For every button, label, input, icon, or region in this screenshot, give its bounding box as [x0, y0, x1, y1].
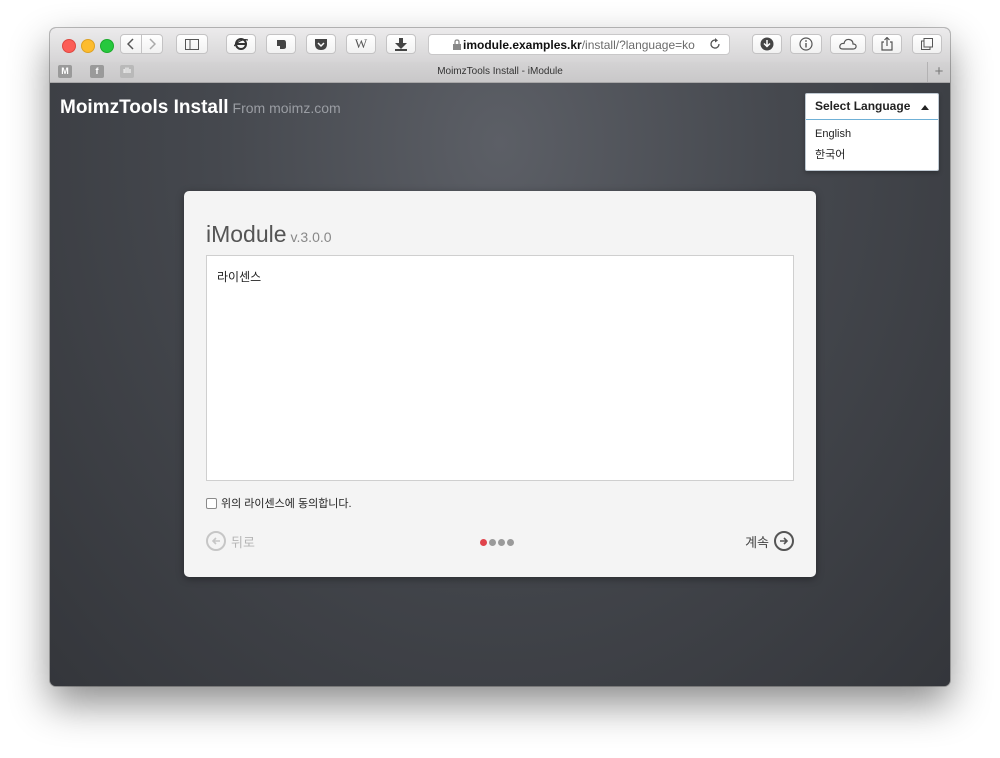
new-tab-button[interactable]: +	[927, 62, 950, 82]
language-dropdown[interactable]: Select Language English 한국어	[805, 93, 939, 171]
chevron-right-icon	[149, 38, 156, 50]
elephant-icon	[277, 40, 286, 49]
agree-label: 위의 라이센스에 동의합니다.	[221, 498, 352, 510]
caret-up-icon	[921, 105, 929, 110]
download-extension-button[interactable]	[386, 34, 416, 54]
language-option-korean[interactable]: 한국어	[806, 145, 938, 166]
download-arrow-icon	[395, 37, 407, 51]
back-nav-button[interactable]	[120, 34, 142, 54]
sidebar-button[interactable]	[176, 34, 208, 54]
step-dot-3	[498, 539, 505, 546]
language-options: English 한국어	[806, 120, 938, 170]
product-version: v.3.0.0	[290, 229, 332, 245]
wikipedia-extension-button[interactable]: W	[346, 34, 376, 54]
tabs-overview-button[interactable]	[912, 34, 942, 54]
pocket-extension-button[interactable]	[306, 34, 336, 54]
active-tab-title[interactable]: MoimzTools Install - iModule	[50, 66, 950, 77]
browser-toolbar: W imodule.examples.kr/install/?language=…	[50, 28, 950, 63]
info-button[interactable]	[790, 34, 822, 54]
brand-header: MoimzTools Install From moimz.com	[60, 97, 341, 119]
language-option-english[interactable]: English	[806, 124, 938, 145]
product-name: iModule	[206, 221, 287, 247]
agree-license[interactable]: 위의 라이센스에 동의합니다.	[206, 495, 352, 511]
page-content: MoimzTools Install From moimz.com Select …	[50, 83, 950, 686]
close-window-button[interactable]	[62, 39, 76, 53]
address-host: imodule.examples.kr	[463, 37, 582, 52]
downloads-button[interactable]	[752, 34, 782, 54]
step-dot-1	[480, 539, 487, 546]
reload-icon[interactable]	[709, 38, 721, 50]
zoom-window-button[interactable]	[100, 39, 114, 53]
language-dropdown-label: Select Language	[815, 99, 911, 113]
internet-explorer-icon	[234, 38, 248, 50]
arrow-right-icon	[774, 531, 794, 551]
share-button[interactable]	[872, 34, 902, 54]
chevron-left-icon	[127, 38, 134, 50]
continue-button[interactable]: 계속	[745, 531, 794, 551]
brand-subtitle: From moimz.com	[232, 100, 341, 116]
cloud-icon	[839, 38, 857, 50]
tabs-icon	[921, 38, 933, 50]
minimize-window-button[interactable]	[81, 39, 95, 53]
panel-title: iModule v.3.0.0	[206, 221, 332, 248]
browser-window: W imodule.examples.kr/install/?language=…	[50, 28, 950, 686]
ie-extension-button[interactable]	[226, 34, 256, 54]
cloud-button[interactable]	[830, 34, 866, 54]
arrow-left-icon	[206, 531, 226, 551]
address-path: /install/?language=ko	[581, 37, 695, 52]
info-icon	[799, 37, 813, 51]
install-panel: iModulev.3.0.0 라이센스 위의 라이센스에 동의합니다. 뒤로	[184, 191, 816, 577]
license-textarea[interactable]: 라이센스	[206, 255, 794, 481]
agree-checkbox[interactable]	[206, 497, 217, 509]
sidebar-icon	[185, 38, 199, 50]
evernote-extension-button[interactable]	[266, 34, 296, 54]
back-label: 뒤로	[231, 534, 255, 550]
pocket-icon	[315, 38, 327, 50]
step-dot-4	[507, 539, 514, 546]
share-icon	[881, 37, 893, 51]
download-circle-icon	[760, 37, 774, 51]
tab-bar: M f ıllı MoimzTools Install - iModule +	[50, 62, 950, 83]
back-button[interactable]: 뒤로	[206, 531, 255, 551]
lock-icon	[453, 39, 461, 50]
continue-label: 계속	[745, 534, 769, 550]
forward-nav-button[interactable]	[141, 34, 163, 54]
brand-title: MoimzTools Install	[60, 97, 229, 118]
license-text: 라이센스	[217, 270, 262, 284]
step-indicator	[480, 539, 516, 546]
language-dropdown-toggle[interactable]: Select Language	[806, 94, 938, 120]
step-dot-2	[489, 539, 496, 546]
address-bar[interactable]: imodule.examples.kr/install/?language=ko	[428, 34, 730, 55]
wikipedia-w-icon: W	[354, 36, 368, 51]
